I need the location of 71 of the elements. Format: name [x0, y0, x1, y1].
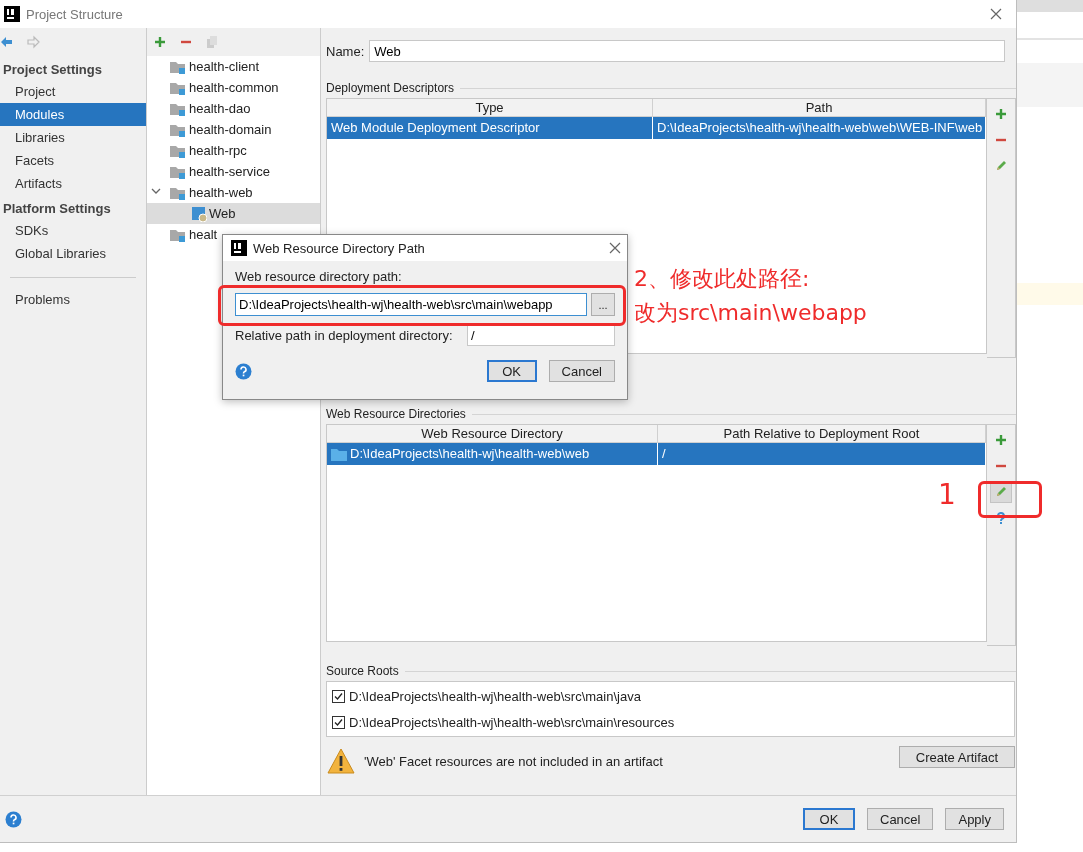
- table-cell: Web Module Deployment Descriptor: [327, 117, 653, 139]
- dialog-button[interactable]: OK: [486, 360, 537, 382]
- tree-item[interactable]: health-rpc: [147, 140, 320, 161]
- highlight-frame: [978, 481, 1042, 518]
- column-header[interactable]: Path Relative to Deployment Root: [658, 425, 986, 442]
- tree-item[interactable]: health-web: [147, 182, 320, 203]
- help-icon[interactable]: [235, 362, 252, 380]
- help-icon[interactable]: [5, 810, 22, 828]
- pencil-icon: [994, 159, 1008, 173]
- dialog-button[interactable]: Cancel: [867, 808, 934, 830]
- table-cell: D:\IdeaProjects\health-wj\health-web\web\WEB-INF\web: [653, 117, 986, 139]
- web-facet-icon: [191, 205, 207, 222]
- field-label: Name:: [326, 43, 365, 59]
- tree-item[interactable]: health-client: [147, 56, 320, 77]
- path-field[interactable]: D:\IdeaProjects\health-wj\health-web\src\main\webapp: [235, 293, 587, 316]
- section-title: Deployment Descriptors: [326, 81, 455, 95]
- add-icon: [994, 433, 1008, 447]
- sidebar-item[interactable]: SDKs: [0, 219, 146, 242]
- sidebar-item[interactable]: Modules: [0, 103, 146, 126]
- app-logo-icon: [231, 240, 247, 256]
- chevron-down-icon[interactable]: [151, 188, 161, 196]
- section-title: Platform Settings: [2, 200, 112, 218]
- section-title: Project Settings: [2, 61, 103, 79]
- tree-item[interactable]: health-service: [147, 161, 320, 182]
- dialog-button[interactable]: Apply: [945, 808, 1004, 830]
- sidebar-item[interactable]: Project: [0, 80, 146, 103]
- close-icon[interactable]: [990, 8, 1002, 20]
- close-icon[interactable]: [609, 242, 621, 254]
- field-label: Relative path in deployment directory:: [235, 327, 453, 343]
- pencil-icon: [994, 485, 1008, 499]
- step-annotation: 改为src\main\webapp: [634, 299, 867, 327]
- step-annotation: 1: [938, 478, 956, 511]
- sidebar-item[interactable]: Problems: [0, 288, 146, 311]
- folder-icon: [331, 447, 347, 461]
- add-icon: [994, 107, 1008, 121]
- sidebar-item[interactable]: Facets: [0, 149, 146, 172]
- sidebar-item[interactable]: Global Libraries: [0, 242, 146, 265]
- warning-message: 'Web' Facet resources are not included in an artifact: [364, 753, 664, 769]
- source-root-path: D:\IdeaProjects\health-wj\health-web\src\main\resources: [349, 714, 675, 730]
- column-header[interactable]: Path: [653, 99, 986, 116]
- step-annotation: 2、修改此处路径:: [634, 265, 811, 293]
- table-row[interactable]: D:\IdeaProjects\health-wj\health-web\web /: [327, 443, 986, 465]
- section-title: Web Resource Directories: [326, 407, 466, 421]
- app-logo-icon: [4, 6, 20, 22]
- browse-button[interactable]: ...: [591, 293, 615, 316]
- warning-icon: [326, 747, 356, 775]
- table-row[interactable]: Web Module Deployment Descriptor D:\IdeaProjects\health-wj\health-web\web\WEB-INF\web: [327, 117, 986, 139]
- back-arrow-icon[interactable]: [0, 35, 14, 49]
- create-artifact-button[interactable]: Create Artifact: [899, 746, 1015, 768]
- name-field[interactable]: Web: [369, 40, 1005, 62]
- help-icon: [994, 511, 1008, 525]
- table-cell: D:\IdeaProjects\health-wj\health-web\web: [327, 443, 658, 465]
- sidebar-item[interactable]: Libraries: [0, 126, 146, 149]
- sidebar-item[interactable]: Artifacts: [0, 172, 146, 195]
- tree-item[interactable]: health-common: [147, 77, 320, 98]
- section-title: Source Roots: [326, 664, 399, 678]
- relative-path-field[interactable]: /: [467, 324, 615, 346]
- tree-item[interactable]: health-domain: [147, 119, 320, 140]
- column-header[interactable]: Web Resource Directory: [327, 425, 658, 442]
- add-icon[interactable]: [153, 35, 167, 49]
- tree-item[interactable]: health-dao: [147, 98, 320, 119]
- field-label: Web resource directory path:: [235, 269, 402, 284]
- table-cell: /: [658, 443, 986, 465]
- window-title: Project Structure: [26, 6, 124, 22]
- tree-item[interactable]: Web: [147, 203, 320, 224]
- source-root-path: D:\IdeaProjects\health-wj\health-web\src\main\java: [349, 688, 641, 704]
- dialog-button[interactable]: OK: [803, 808, 855, 830]
- column-header[interactable]: Type: [327, 99, 653, 116]
- checkbox[interactable]: [332, 715, 345, 729]
- dialog-button[interactable]: Cancel: [548, 360, 615, 382]
- checkbox[interactable]: [332, 689, 345, 703]
